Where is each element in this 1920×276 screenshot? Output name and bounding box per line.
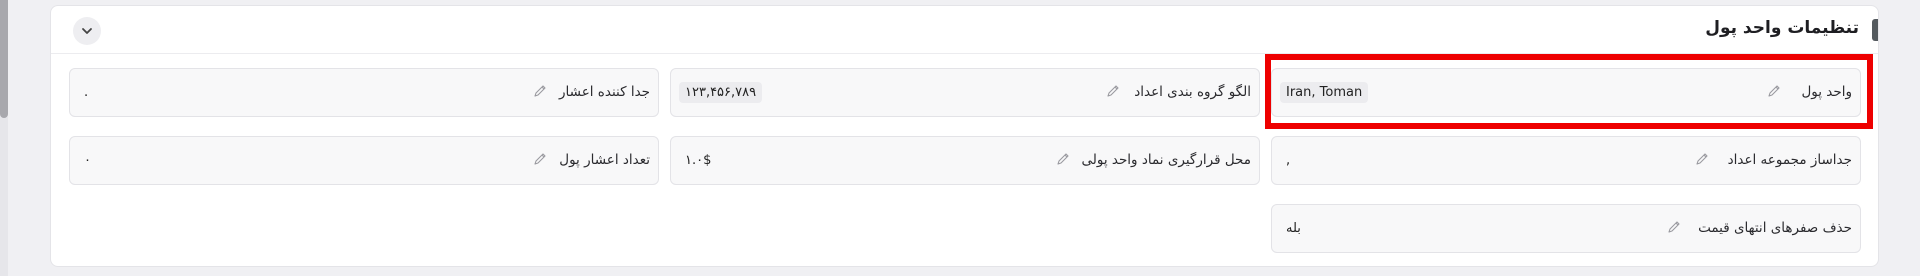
field-label: محل قرارگیری نماد واحد پولی: [1081, 152, 1251, 168]
field-digit-group-separator[interactable]: جداساز مجموعه اعداد ,: [1271, 136, 1861, 185]
field-label: تعداد اعشار پول: [559, 152, 650, 168]
scrollbar-thumb[interactable]: [0, 0, 8, 118]
field-label: جداساز مجموعه اعداد: [1727, 152, 1852, 168]
field-label: جدا کننده اعشار: [559, 84, 650, 100]
field-digit-grouping-pattern[interactable]: الگو گروه بندی اعداد ۱۲۳,۴۵۶,۷۸۹: [670, 68, 1260, 117]
card-header: تنظیمات واحد پول: [51, 6, 1878, 54]
field-currency-decimal-count[interactable]: تعداد اعشار پول ۰: [69, 136, 659, 185]
field-value: Iran, Toman: [1280, 82, 1369, 103]
pencil-icon[interactable]: [1694, 151, 1710, 167]
field-value: ,: [1286, 153, 1291, 168]
pencil-icon[interactable]: [1766, 83, 1782, 99]
field-value: ۱۲۳,۴۵۶,۷۸۹: [679, 82, 763, 103]
field-label: واحد پول: [1801, 84, 1852, 100]
field-label: الگو گروه بندی اعداد: [1134, 84, 1251, 100]
field-value: .: [84, 85, 89, 100]
pencil-icon[interactable]: [532, 83, 548, 99]
title-accent-bar: [1872, 19, 1878, 41]
pencil-icon[interactable]: [1666, 219, 1682, 235]
field-value: ۰: [84, 153, 91, 168]
pencil-icon[interactable]: [532, 151, 548, 167]
field-value: ۱.۰$: [685, 153, 712, 168]
pencil-icon[interactable]: [1055, 151, 1071, 167]
currency-settings-card: تنظیمات واحد پول واحد پول Iran, Toman ال…: [50, 5, 1879, 267]
field-currency-unit[interactable]: واحد پول Iran, Toman: [1271, 68, 1861, 117]
chevron-down-icon: [82, 28, 92, 34]
field-decimal-separator[interactable]: جدا کننده اعشار .: [69, 68, 659, 117]
page-title: تنظیمات واحد پول: [1705, 18, 1859, 38]
pencil-icon[interactable]: [1105, 83, 1121, 99]
page-scrollbar[interactable]: [0, 0, 8, 276]
field-remove-trailing-zeros[interactable]: حذف صفرهای انتهای قیمت بله: [1271, 204, 1861, 253]
field-currency-symbol-position[interactable]: محل قرارگیری نماد واحد پولی ۱.۰$: [670, 136, 1260, 185]
field-value: بله: [1286, 221, 1301, 236]
field-label: حذف صفرهای انتهای قیمت: [1698, 220, 1852, 236]
collapse-button[interactable]: [73, 17, 101, 45]
